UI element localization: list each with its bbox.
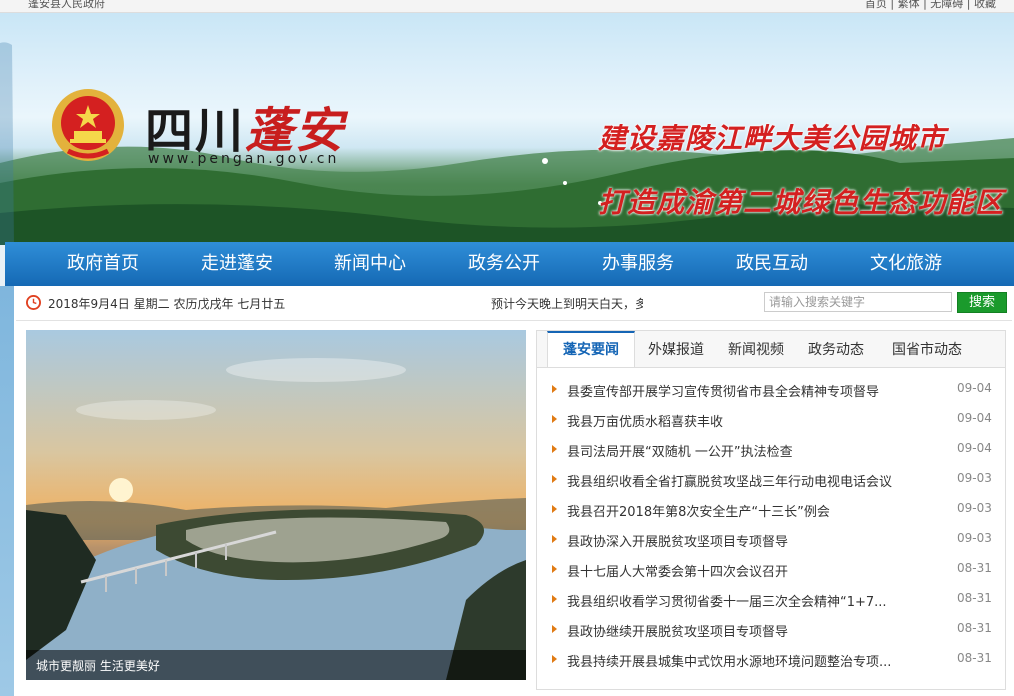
nav-item-culture-tourism[interactable]: 文化旅游 xyxy=(870,242,942,286)
nav-item-news[interactable]: 新闻中心 xyxy=(334,242,406,286)
news-title[interactable]: 我县召开2018年第8次安全生产“十三长”例会 xyxy=(567,501,922,520)
list-item[interactable]: 县十七届人大常委会第十四次会议召开 08-31 xyxy=(537,555,1005,585)
bullet-arrow-icon xyxy=(552,385,557,393)
search-input[interactable]: 请输入搜索关键字 xyxy=(764,292,952,312)
top-bar-left-text: 蓬安县人民政府 xyxy=(28,0,105,10)
list-item[interactable]: 我县召开2018年第8次安全生产“十三长”例会 09-03 xyxy=(537,495,1005,525)
list-item[interactable]: 县政协深入开展脱贫攻坚项目专项督导 09-03 xyxy=(537,525,1005,555)
news-title[interactable]: 我县组织收看学习贯彻省委十一届三次全会精神“1+7... xyxy=(567,591,922,610)
tab-national-provincial-news[interactable]: 国省市动态 xyxy=(877,331,977,367)
list-item[interactable]: 我县持续开展县城集中式饮用水源地环境问题整治专项... 08-31 xyxy=(537,645,1005,675)
news-date: 09-04 xyxy=(957,411,992,425)
bullet-arrow-icon xyxy=(552,505,557,513)
current-date: 2018年9月4日 星期二 农历戊戌年 七月廿五 xyxy=(48,297,286,311)
left-background-strip xyxy=(0,286,14,696)
news-title[interactable]: 县司法局开展“双随机 一公开”执法检查 xyxy=(567,441,922,460)
news-title[interactable]: 我县组织收看全省打赢脱贫攻坚战三年行动电视电话会议 xyxy=(567,471,922,490)
tab-news-video[interactable]: 新闻视频 xyxy=(717,331,795,367)
top-bar-links[interactable]: 首页 | 繁体 | 无障碍 | 收藏 xyxy=(865,0,996,11)
slogan-line-2: 打造成渝第二城绿色生态功能区 xyxy=(598,186,1005,219)
list-item[interactable]: 县司法局开展“双随机 一公开”执法检查 09-04 xyxy=(537,435,1005,465)
tab-pengan-news[interactable]: 蓬安要闻 xyxy=(547,331,635,367)
bullet-arrow-icon xyxy=(552,535,557,543)
search-button[interactable]: 搜索 xyxy=(957,292,1007,313)
photo-caption-bar: 城市更靓丽 生活更美好 xyxy=(26,650,526,680)
news-title[interactable]: 县政协继续开展脱贫攻坚项目专项督导 xyxy=(567,621,922,640)
news-date: 09-04 xyxy=(957,381,992,395)
slogan-line-1: 建设嘉陵江畔大美公园城市 xyxy=(598,122,947,155)
list-item[interactable]: 我县组织收看学习贯彻省委十一届三次全会精神“1+7... 08-31 xyxy=(537,585,1005,615)
news-title[interactable]: 县政协深入开展脱贫攻坚项目专项督导 xyxy=(567,531,922,550)
news-date: 08-31 xyxy=(957,591,992,605)
news-date: 09-03 xyxy=(957,501,992,515)
list-item[interactable]: 县委宣传部开展学习宣传贯彻省市县全会精神专项督导 09-04 xyxy=(537,375,1005,405)
nav-item-services[interactable]: 办事服务 xyxy=(602,242,674,286)
nav-item-interaction[interactable]: 政民互动 xyxy=(736,242,808,286)
news-date: 09-03 xyxy=(957,531,992,545)
header-banner: 四川蓬安 www.pengan.gov.cn 建设嘉陵江畔大美公园城市 打造成渝… xyxy=(0,13,1014,245)
list-item[interactable]: 我县万亩优质水稻喜获丰收 09-04 xyxy=(537,405,1005,435)
news-date: 09-04 xyxy=(957,441,992,455)
tab-media-reports[interactable]: 外媒报道 xyxy=(637,331,715,367)
info-bar: 2018年9月4日 星期二 农历戊戌年 七月廿五 预计今天晚上到明天白天，多云 … xyxy=(16,286,1012,321)
clock-icon xyxy=(26,295,41,310)
top-bar: 蓬安县人民政府 首页 | 繁体 | 无障碍 | 收藏 xyxy=(0,0,1014,13)
main-content: 2018年9月4日 星期二 农历戊戌年 七月廿五 预计今天晚上到明天白天，多云 … xyxy=(14,286,1014,696)
main-nav: 政府首页 走进蓬安 新闻中心 政务公开 办事服务 政民互动 文化旅游 xyxy=(5,242,1014,286)
weather-ticker: 预计今天晚上到明天白天，多云 xyxy=(491,297,643,311)
bullet-arrow-icon xyxy=(552,415,557,423)
bullet-arrow-icon xyxy=(552,445,557,453)
news-date: 08-31 xyxy=(957,561,992,575)
list-item[interactable]: 我县组织收看全省打赢脱贫攻坚战三年行动电视电话会议 09-03 xyxy=(537,465,1005,495)
logo-url: www.pengan.gov.cn xyxy=(148,151,340,167)
news-date: 08-31 xyxy=(957,651,992,665)
nav-item-about[interactable]: 走进蓬安 xyxy=(201,242,273,286)
tab-gov-updates[interactable]: 政务动态 xyxy=(797,331,875,367)
news-tabs: 蓬安要闻 外媒报道 新闻视频 政务动态 国省市动态 xyxy=(537,331,1005,368)
news-panel: 蓬安要闻 外媒报道 新闻视频 政务动态 国省市动态 县委宣传部开展学习宣传贯彻省… xyxy=(536,330,1006,690)
featured-photo[interactable]: 城市更靓丽 生活更美好 xyxy=(26,330,526,680)
river-city-photo xyxy=(26,330,526,680)
news-title[interactable]: 县委宣传部开展学习宣传贯彻省市县全会精神专项督导 xyxy=(567,381,922,400)
list-item[interactable]: 县政协继续开展脱贫攻坚项目专项督导 08-31 xyxy=(537,615,1005,645)
news-date: 09-03 xyxy=(957,471,992,485)
bullet-arrow-icon xyxy=(552,595,557,603)
bullet-arrow-icon xyxy=(552,655,557,663)
photo-caption-text: 城市更靓丽 生活更美好 xyxy=(36,659,160,673)
bullet-arrow-icon xyxy=(552,625,557,633)
bullet-arrow-icon xyxy=(552,475,557,483)
news-date: 08-31 xyxy=(957,621,992,635)
news-title[interactable]: 我县持续开展县城集中式饮用水源地环境问题整治专项... xyxy=(567,651,922,670)
nav-item-gov-affairs[interactable]: 政务公开 xyxy=(468,242,540,286)
nav-item-home[interactable]: 政府首页 xyxy=(67,242,139,286)
bullet-arrow-icon xyxy=(552,565,557,573)
news-title[interactable]: 县十七届人大常委会第十四次会议召开 xyxy=(567,561,922,580)
news-title[interactable]: 我县万亩优质水稻喜获丰收 xyxy=(567,411,922,430)
national-emblem-icon xyxy=(52,89,124,161)
